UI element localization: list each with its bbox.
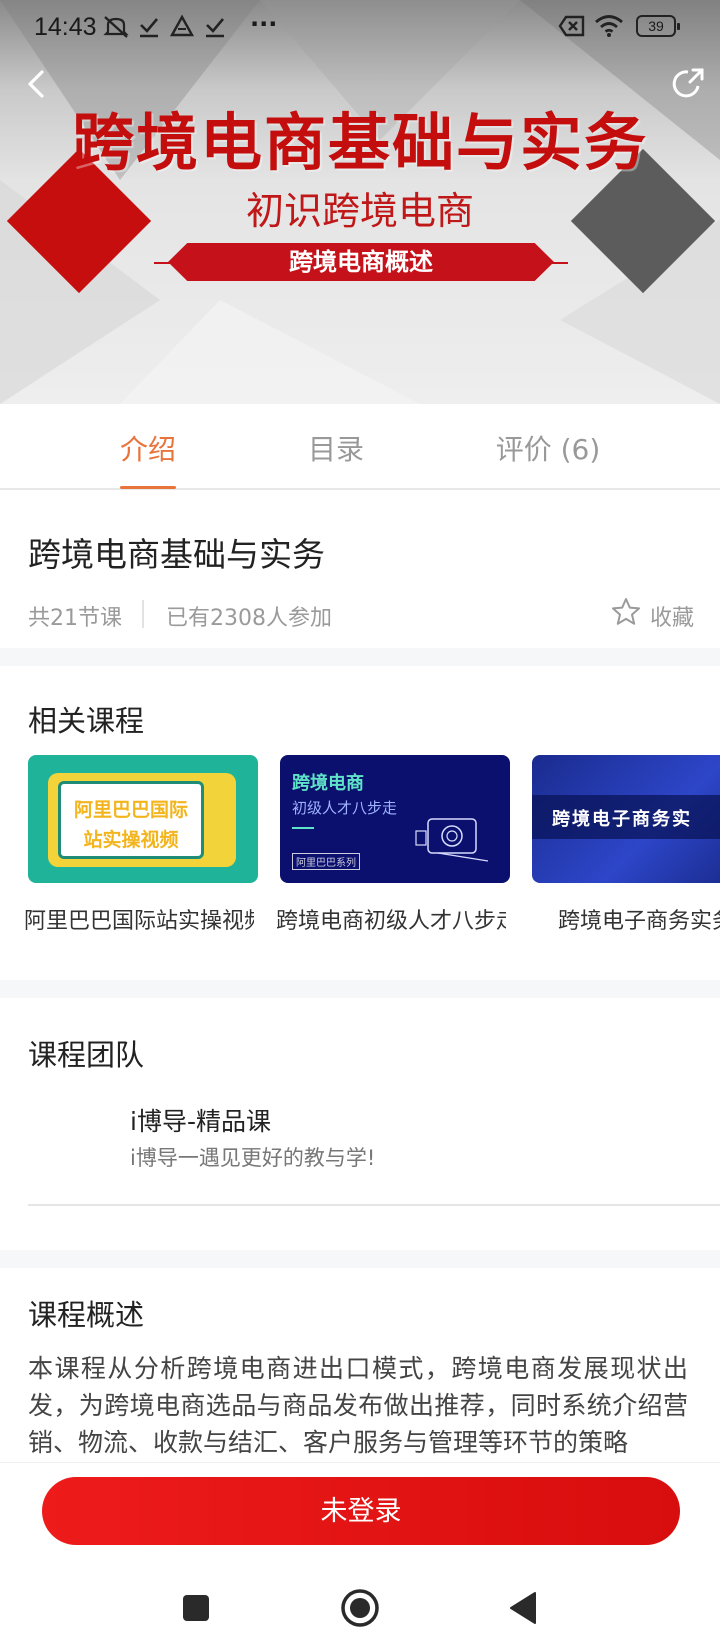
banner-subtitle: 初识跨境电商 xyxy=(245,189,474,233)
camera-illustration-icon xyxy=(415,818,489,862)
check-icon xyxy=(206,18,224,38)
thumb-text-2: 站实操视频 xyxy=(83,829,179,851)
app-screen: 14:43 ··· 39 跨境电商基础与实务 初识跨境电商 跨境电商概述 介绍 … xyxy=(0,0,720,1650)
star-icon xyxy=(612,598,640,625)
overview-heading: 课程概述 xyxy=(28,1298,145,1332)
meta-divider xyxy=(142,600,144,628)
related-course-title: 跨境电子商务实务 xyxy=(558,909,720,934)
thumb-text-2: 初级人才八步走 xyxy=(292,799,398,817)
overview-text: 本课程从分析跨境电商进出口模式，跨境电商发展现状出发，为跨境电商选品与商品发布做… xyxy=(28,1354,688,1457)
home-nav-icon[interactable] xyxy=(338,1586,382,1630)
banner-title: 跨境电商基础与实务 xyxy=(71,106,648,179)
battery-icon: 39 xyxy=(636,15,680,37)
more-indicator: ··· xyxy=(250,10,278,38)
team-heading: 课程团队 xyxy=(28,1038,145,1072)
tab-reviews[interactable]: 评价 (6) xyxy=(488,428,608,468)
section-divider xyxy=(0,648,720,666)
status-time: 14:43 xyxy=(34,13,97,41)
team-description: i博导一遇见更好的教与学! xyxy=(130,1146,376,1170)
tab-bar: 介绍 目录 评价 (6) xyxy=(0,404,720,490)
favorite-label: 收藏 xyxy=(650,606,695,631)
team-divider xyxy=(28,1204,720,1206)
back-nav-icon[interactable] xyxy=(502,1586,546,1630)
thumb-text-1: 跨境电商 xyxy=(292,773,364,794)
login-button[interactable]: 未登录 xyxy=(42,1477,680,1545)
check-icon xyxy=(140,18,158,38)
lesson-count: 共21节课 xyxy=(28,606,122,631)
section-divider xyxy=(0,1250,720,1268)
favorite-button[interactable]: 收藏 xyxy=(610,596,710,632)
bottom-action-bar: 未登录 xyxy=(0,1462,720,1566)
wifi-icon xyxy=(595,15,623,37)
mute-icon xyxy=(103,16,129,38)
tab-intro[interactable]: 介绍 xyxy=(112,428,184,468)
related-thumbnail: 跨境电子商务实 xyxy=(532,755,720,883)
status-bar: 14:43 ··· 39 xyxy=(0,0,720,54)
system-nav-bar xyxy=(0,1566,720,1650)
related-course-title: 跨境电商初级人才八步走 xyxy=(276,909,506,934)
banner-ribbon: 跨境电商概述 xyxy=(168,243,554,281)
battery-level: 39 xyxy=(648,18,664,34)
related-thumbnail: 跨境电商 初级人才八步走 阿里巴巴系列 xyxy=(280,755,510,883)
active-tab-indicator xyxy=(120,486,176,489)
thumb-dash xyxy=(292,827,314,829)
related-course-title: 阿里巴巴国际站实操视频 xyxy=(24,909,254,934)
thumb-text-1: 跨境电子商务实 xyxy=(552,809,692,830)
team-name[interactable]: i博导-精品课 xyxy=(130,1102,271,1138)
section-divider xyxy=(0,980,720,998)
related-thumbnail: 阿里巴巴国际 站实操视频 xyxy=(28,755,258,883)
thumb-text-1: 阿里巴巴国际 xyxy=(73,799,188,821)
course-title: 跨境电商基础与实务 xyxy=(28,535,325,574)
tab-catalog[interactable]: 目录 xyxy=(300,428,372,468)
participant-count: 已有2308人参加 xyxy=(166,606,332,631)
square-nav-icon[interactable] xyxy=(174,1586,218,1630)
thumb-tag: 阿里巴巴系列 xyxy=(292,853,360,870)
drive-icon xyxy=(170,14,194,37)
close-box-icon xyxy=(558,15,585,37)
related-heading: 相关课程 xyxy=(28,704,145,738)
course-banner: 14:43 ··· 39 跨境电商基础与实务 初识跨境电商 跨境电商概述 xyxy=(0,0,720,404)
